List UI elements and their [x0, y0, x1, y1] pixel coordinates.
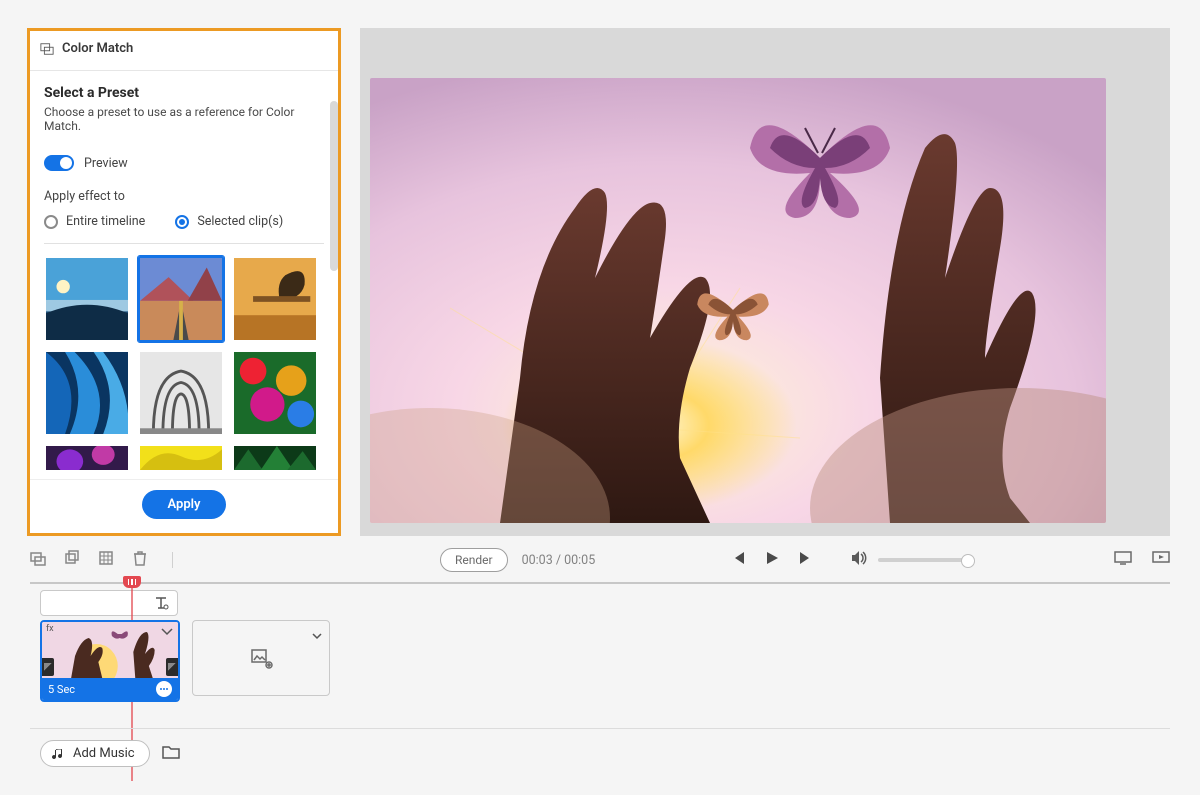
add-music-button[interactable]: Add Music — [40, 740, 150, 767]
trash-icon[interactable] — [132, 550, 148, 570]
next-icon[interactable] — [798, 550, 814, 570]
clip-duration-label: 5 Sec — [48, 683, 75, 696]
display-icon-1[interactable] — [1114, 549, 1132, 571]
tool-icon-2[interactable] — [64, 550, 80, 570]
add-media-icon — [251, 649, 273, 673]
preset-thumb-8[interactable] — [138, 444, 224, 472]
playhead[interactable] — [123, 576, 141, 588]
preset-thumb-1[interactable] — [44, 256, 130, 342]
video-preview[interactable] — [370, 78, 1106, 523]
chevron-down-icon[interactable] — [311, 627, 323, 646]
prev-icon[interactable] — [730, 550, 746, 570]
music-note-icon — [51, 747, 65, 761]
apply-button[interactable]: Apply — [142, 490, 227, 519]
play-icon[interactable] — [764, 550, 780, 570]
preview-toggle[interactable] — [44, 155, 74, 171]
radio-entire-timeline-label: Entire timeline — [66, 214, 145, 229]
panel-title: Color Match — [30, 31, 338, 71]
volume-slider[interactable] — [878, 558, 970, 562]
control-bar: Render 00:03 / 00:05 — [30, 544, 1170, 576]
music-divider — [30, 728, 1170, 729]
preset-grid — [44, 256, 324, 472]
preset-thumb-4[interactable] — [44, 350, 130, 436]
preset-thumb-6[interactable] — [232, 350, 318, 436]
volume-icon[interactable] — [850, 549, 868, 571]
preset-thumb-2[interactable] — [138, 256, 224, 342]
preview-toggle-label: Preview — [84, 156, 128, 171]
clip-chevron-icon[interactable] — [160, 626, 174, 636]
clip-trim-left[interactable] — [42, 658, 54, 676]
radio-selected-clips-label: Selected clip(s) — [197, 214, 283, 229]
separator — [172, 552, 173, 568]
apply-effect-to-label: Apply effect to — [44, 189, 324, 204]
text-icon — [153, 595, 169, 611]
radio-selected-clips[interactable]: Selected clip(s) — [175, 214, 283, 229]
preset-description: Choose a preset to use as a reference fo… — [44, 105, 324, 133]
timeline-ruler[interactable] — [30, 582, 1170, 584]
clip-trim-right[interactable] — [166, 658, 178, 676]
tool-icon-1[interactable] — [30, 550, 46, 570]
preset-thumb-7[interactable] — [44, 444, 130, 472]
timeline[interactable]: fx 5 Sec — [30, 582, 1170, 702]
render-button[interactable]: Render — [440, 548, 508, 572]
panel-scrollbar[interactable] — [330, 101, 338, 271]
preset-thumb-5[interactable] — [138, 350, 224, 436]
preset-heading: Select a Preset — [44, 85, 324, 101]
panel-title-text: Color Match — [62, 41, 133, 56]
clip-more-icon[interactable] — [156, 681, 172, 697]
radio-entire-timeline[interactable]: Entire timeline — [44, 214, 145, 229]
display-icon-2[interactable] — [1152, 549, 1170, 571]
title-track-slot[interactable] — [40, 590, 178, 616]
preset-thumb-9[interactable] — [232, 444, 318, 472]
preset-thumb-3[interactable] — [232, 256, 318, 342]
time-display: 00:03 / 00:05 — [522, 553, 596, 568]
timeline-clip-1[interactable]: fx 5 Sec — [40, 620, 180, 702]
timeline-empty-slot[interactable] — [192, 620, 330, 696]
color-match-icon — [40, 42, 54, 56]
tool-icon-3[interactable] — [98, 550, 114, 570]
color-match-panel: Color Match Select a Preset Choose a pre… — [27, 28, 341, 536]
divider — [44, 243, 324, 244]
add-music-label: Add Music — [73, 746, 135, 761]
folder-icon[interactable] — [162, 744, 180, 764]
clip-fx-badge: fx — [46, 624, 54, 634]
